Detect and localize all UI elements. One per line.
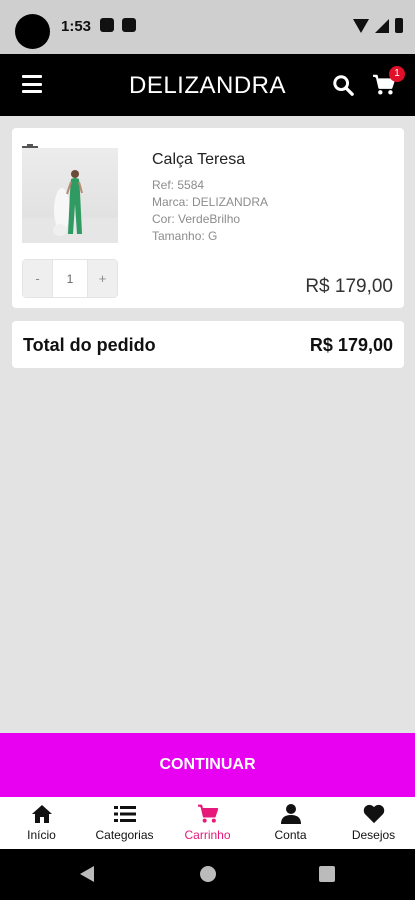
notification-icons bbox=[100, 18, 136, 32]
order-total-card: Total do pedido R$ 179,00 bbox=[12, 321, 404, 368]
total-value: R$ 179,00 bbox=[309, 335, 393, 355]
product-image[interactable] bbox=[22, 148, 118, 243]
recents-icon[interactable] bbox=[319, 866, 335, 882]
wifi-icon bbox=[353, 18, 369, 33]
home-button-icon[interactable] bbox=[200, 866, 216, 882]
nav-item-home[interactable]: Início bbox=[0, 797, 83, 849]
status-time: 1:53 bbox=[61, 18, 92, 35]
product-brand: Marca: DELIZANDRA bbox=[152, 195, 269, 209]
nav-label-wishlist: Desejos bbox=[351, 828, 396, 842]
nav-label-home: Início bbox=[27, 828, 56, 842]
product-ref: Ref: 5584 bbox=[152, 178, 205, 192]
quantity-input[interactable]: 1 bbox=[52, 260, 88, 297]
signal-icon bbox=[375, 18, 389, 33]
system-icons bbox=[353, 18, 403, 33]
continue-button[interactable]: CONTINUAR bbox=[0, 733, 415, 797]
product-size: Tamanho: G bbox=[152, 229, 218, 243]
cart-icon bbox=[197, 804, 218, 823]
list-icon bbox=[113, 806, 136, 822]
decrease-quantity-button[interactable]: - bbox=[23, 260, 52, 297]
app-header: DELIZANDRA bbox=[0, 54, 415, 116]
product-name[interactable]: Calça Teresa bbox=[152, 151, 245, 169]
bottom-nav: Início Categorias Carrinho Conta Desejos bbox=[0, 797, 415, 849]
product-price: R$ 179,00 bbox=[305, 276, 393, 297]
nav-item-categories[interactable]: Categorias bbox=[83, 797, 166, 849]
back-icon[interactable] bbox=[80, 866, 94, 882]
notification-icon bbox=[100, 18, 114, 32]
nav-label-categories: Categorias bbox=[95, 828, 154, 842]
sd-card-icon bbox=[122, 18, 136, 32]
battery-icon bbox=[395, 18, 403, 33]
total-label: Total do pedido bbox=[23, 335, 156, 355]
home-icon bbox=[31, 805, 52, 823]
product-color: Cor: VerdeBrilho bbox=[152, 212, 241, 226]
search-icon[interactable] bbox=[332, 74, 354, 96]
nav-label-account: Conta bbox=[274, 828, 307, 842]
nav-label-cart: Carrinho bbox=[184, 828, 231, 842]
nav-item-cart[interactable]: Carrinho bbox=[166, 797, 249, 849]
nav-item-account[interactable]: Conta bbox=[249, 797, 332, 849]
system-nav-bar bbox=[0, 849, 415, 900]
cart-count-badge: 1 bbox=[389, 66, 405, 82]
nav-item-wishlist[interactable]: Desejos bbox=[332, 797, 415, 849]
increase-quantity-button[interactable]: + bbox=[88, 260, 117, 297]
camera-cutout bbox=[15, 14, 50, 49]
heart-icon bbox=[363, 804, 384, 824]
status-bar: 1:53 bbox=[0, 0, 415, 54]
person-icon bbox=[280, 804, 301, 824]
quantity-stepper: - 1 + bbox=[22, 259, 118, 298]
